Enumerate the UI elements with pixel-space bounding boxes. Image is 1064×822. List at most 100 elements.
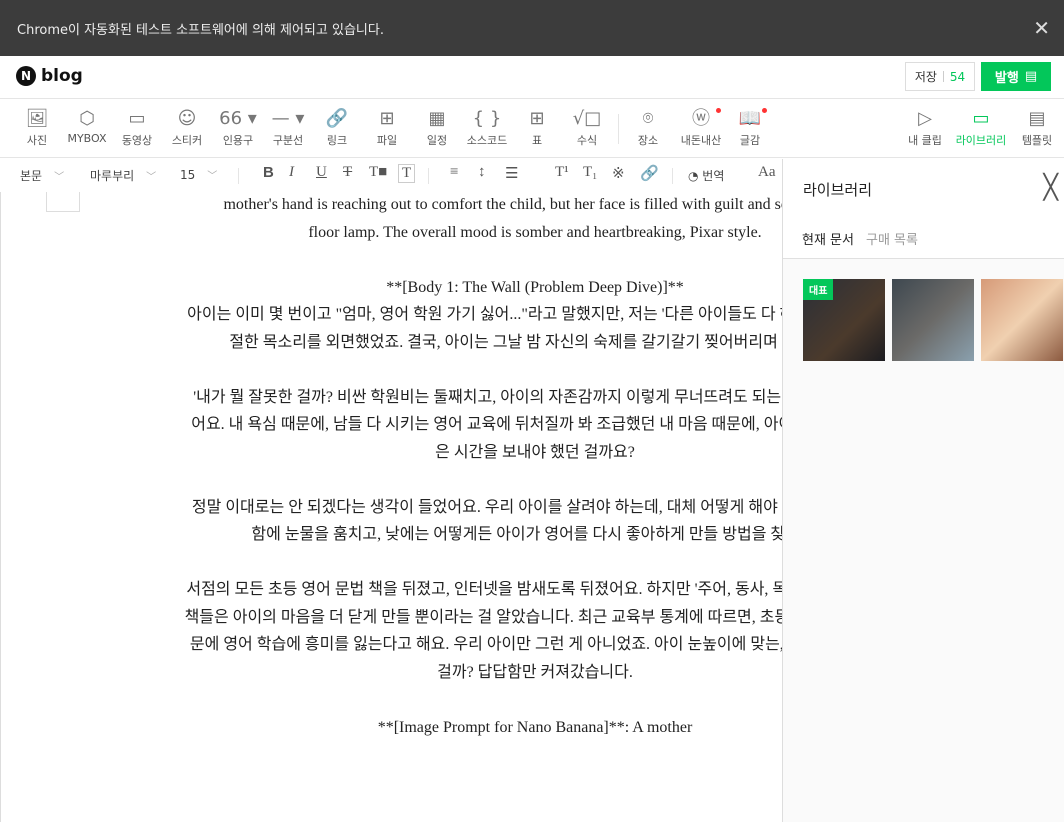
underline-icon[interactable]: U xyxy=(316,164,327,181)
paragraph-line[interactable] xyxy=(85,356,782,384)
italic-icon[interactable]: I xyxy=(289,164,294,181)
format-toolbar: 본문 ﹀ 마루부리 ﹀ 15 ﹀ B I U T T■ T ≡ ↕ ☰ T¹ T₁ ※… xyxy=(0,159,782,192)
tool-label: 파일 xyxy=(376,134,398,147)
paragraph-line[interactable]: '내가 뭘 잘못한 걸까? 비싼 학원비는 둘째치고, 아이의 자존감까지 이렇… xyxy=(85,384,782,412)
tool-label: 내돈내산 xyxy=(680,134,722,147)
tool-label: MYBOX xyxy=(67,132,107,145)
special-char-icon[interactable]: ※ xyxy=(612,164,625,183)
material-icon: 📖 xyxy=(725,106,775,132)
photo-icon: 🖼 xyxy=(25,108,49,129)
tool-quote[interactable]: 66 ▾ 인용구 xyxy=(213,106,263,148)
tool-photo[interactable]: 🖼 사진 xyxy=(12,106,62,148)
paragraph-line[interactable]: **[Body 1: The Wall (Problem Deep Dive)]… xyxy=(85,274,782,302)
publish-label: 발행 xyxy=(994,71,1019,86)
paragraph-line[interactable]: 걸까? 답답함만 커져갔습니다. xyxy=(85,659,782,687)
document-body[interactable]: mother's hand is reaching out to comfort… xyxy=(85,192,782,741)
infobar-message: Chrome이 자동화된 테스트 소프트웨어에 의해 제어되고 있습니다. xyxy=(17,22,384,38)
tool-calendar[interactable]: ▦ 일정 xyxy=(412,106,462,148)
align-center-icon[interactable]: ≡ xyxy=(450,164,458,181)
spellcheck-icon[interactable]: Aa xyxy=(758,164,776,181)
tool-mybox[interactable]: ⬡ MYBOX xyxy=(62,106,112,145)
save-count[interactable]: 54 xyxy=(950,70,965,84)
paragraph-line[interactable]: 책들은 아이의 마음을 더 닫게 만들 뿐이라는 걸 알았습니다. 최근 교육부… xyxy=(85,604,782,632)
tool-my-money[interactable]: ⓦ 내돈내산 xyxy=(673,106,729,148)
text-color-icon[interactable]: T■ xyxy=(369,164,387,181)
paragraph-line[interactable]: **[Image Prompt for Nano Banana]**: A mo… xyxy=(85,714,782,742)
paragraph-line[interactable]: mother's hand is reaching out to comfort… xyxy=(85,192,782,219)
font-size-select[interactable]: 15 ﹀ xyxy=(180,167,217,182)
bold-icon[interactable]: B xyxy=(263,164,274,181)
paragraph-line[interactable]: 서점의 모든 초등 영어 문법 책을 뒤졌고, 인터넷을 밤새도록 뒤졌어요. … xyxy=(85,576,782,604)
close-icon[interactable]: ╳ xyxy=(1044,173,1058,201)
chevron-down-icon: ﹀ xyxy=(54,172,65,183)
paragraph-line[interactable]: 은 시간을 보내야 했던 걸까요? xyxy=(85,439,782,467)
panel-title: 라이브러리 xyxy=(803,181,873,199)
tool-file[interactable]: ⊞ 파일 xyxy=(362,106,412,148)
library-panel: 라이브러리 ╳ 현재 문서 구매 목록 대표 xyxy=(782,159,1064,822)
font-select[interactable]: 마루부리 ﹀ xyxy=(90,167,156,184)
library-image-thumbnail[interactable] xyxy=(892,279,974,361)
translate-label: 번역 xyxy=(702,169,725,183)
text-background-icon[interactable]: T xyxy=(398,164,416,183)
sticker-icon: ☺ xyxy=(177,108,197,129)
block-handle[interactable] xyxy=(46,192,80,212)
tool-label: 일정 xyxy=(426,134,448,147)
paragraph-style-select[interactable]: 본문 ﹀ xyxy=(20,167,64,184)
tool-formula[interactable]: √□ 수식 xyxy=(562,106,612,148)
tool-library[interactable]: ▭ 라이브러리 xyxy=(953,106,1009,148)
logo-text: blog xyxy=(41,66,83,86)
tool-label: 소스코드 xyxy=(466,134,508,147)
tool-label: 동영상 xyxy=(121,134,153,147)
tool-table[interactable]: ⊞ 표 xyxy=(512,106,562,148)
paragraph-line[interactable]: floor lamp. The overall mood is somber a… xyxy=(85,219,782,247)
tool-template[interactable]: ▤ 템플릿 xyxy=(1012,106,1062,148)
link-icon[interactable]: 🔗 xyxy=(640,164,659,183)
divider-icon: — ▾ xyxy=(271,108,305,129)
tool-place[interactable]: ⌾ 장소 xyxy=(623,106,673,148)
paragraph-line[interactable]: 아이는 이미 몇 번이고 "엄마, 영어 학원 가기 싫어..."라고 말했지만… xyxy=(85,301,782,329)
paragraph-line[interactable]: 정말 이대로는 안 되겠다는 생각이 들었어요. 우리 아이를 살려야 하는데,… xyxy=(85,494,782,522)
tool-material[interactable]: 📖 글감 xyxy=(725,106,775,148)
close-icon[interactable]: ✕ xyxy=(1033,16,1050,40)
superscript-icon[interactable]: T¹ xyxy=(555,164,569,181)
representative-badge: 대표 xyxy=(803,279,834,300)
calendar-icon: ▦ xyxy=(428,108,446,129)
tool-label: 템플릿 xyxy=(1021,134,1053,147)
tool-label: 스티커 xyxy=(171,134,203,147)
mybox-icon: ⬡ xyxy=(79,108,95,129)
tool-sticker[interactable]: ☺ 스티커 xyxy=(162,106,212,148)
tool-label: 수식 xyxy=(576,134,598,147)
tool-video[interactable]: ▭ 동영상 xyxy=(112,106,162,148)
paragraph-line[interactable] xyxy=(85,686,782,714)
list-icon[interactable]: ☰ xyxy=(505,164,518,183)
tool-code[interactable]: { } 소스코드 xyxy=(462,106,512,148)
paragraph-line[interactable] xyxy=(85,246,782,274)
tab-purchase-list[interactable]: 구매 목록 xyxy=(866,229,918,259)
tool-divider[interactable]: — ▾ 구분선 xyxy=(263,106,313,148)
library-image-thumbnail[interactable]: 대표 xyxy=(803,279,885,361)
naver-n-icon: N xyxy=(16,66,36,86)
tool-link[interactable]: 🔗 링크 xyxy=(312,106,362,148)
line-height-icon[interactable]: ↕ xyxy=(478,164,486,181)
save-label: 저장 xyxy=(914,70,937,84)
publish-button[interactable]: 발행 ▤ xyxy=(981,62,1051,91)
translate-button[interactable]: ◔ 번역 xyxy=(688,167,724,184)
paragraph-line[interactable] xyxy=(85,466,782,494)
tool-label: 사진 xyxy=(26,134,48,147)
strikethrough-icon[interactable]: T xyxy=(343,164,352,181)
library-image-thumbnail[interactable] xyxy=(981,279,1063,361)
font-value: 마루부리 xyxy=(90,169,135,183)
paragraph-line[interactable] xyxy=(85,549,782,577)
subscript-icon[interactable]: T₁ xyxy=(583,164,597,181)
paragraph-line[interactable]: 함에 눈물을 훔치고, 낮에는 어떻게든 아이가 영어를 다시 좋아하게 만들 … xyxy=(85,521,782,549)
tool-label: 내 클립 xyxy=(908,134,942,147)
paragraph-line[interactable]: 문에 영어 학습에 흥미를 잃는다고 해요. 우리 아이만 그런 게 아니었죠.… xyxy=(85,631,782,659)
editor-content[interactable]: mother's hand is reaching out to comfort… xyxy=(0,192,782,822)
paragraph-line[interactable]: 어요. 내 욕심 때문에, 남들 다 시키는 영어 교육에 뒤처질까 봐 조급했… xyxy=(85,411,782,439)
video-icon: ▭ xyxy=(128,108,146,129)
tab-current-document[interactable]: 현재 문서 xyxy=(802,229,854,261)
tool-my-clip[interactable]: ▷ 내 클립 xyxy=(900,106,950,148)
paragraph-line[interactable]: 절한 목소리를 외면했었죠. 결국, 아이는 그날 밤 자신의 숙제를 갈기갈기… xyxy=(85,329,782,357)
naver-blog-logo[interactable]: Nblog xyxy=(16,66,83,86)
save-button[interactable]: 저장 54 xyxy=(905,62,975,91)
